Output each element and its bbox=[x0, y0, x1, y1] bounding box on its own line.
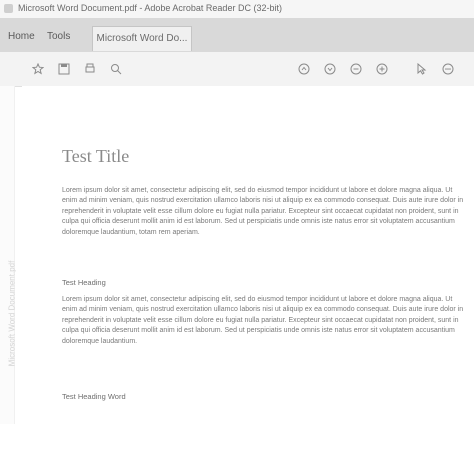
document-title: Test Title bbox=[62, 146, 130, 166]
document-page: Test Title Lorem ipsum dolor sit amet, c… bbox=[22, 86, 474, 424]
tab-tools[interactable]: Tools bbox=[47, 28, 70, 46]
paragraph: Lorem ipsum dolor sit amet, consectetur … bbox=[62, 296, 464, 345]
acrobat-app-icon bbox=[4, 4, 13, 13]
section-heading: Test Heading bbox=[62, 278, 106, 287]
title-bar: Microsoft Word Document.pdf - Adobe Acro… bbox=[0, 0, 474, 19]
toolbar bbox=[0, 52, 474, 87]
more-icon[interactable] bbox=[440, 61, 456, 77]
next-page-icon[interactable] bbox=[322, 61, 338, 77]
vertical-document-label: Microsoft Word Document.pdf bbox=[7, 260, 17, 367]
tab-document[interactable]: Microsoft Word Do... bbox=[92, 26, 192, 51]
tab-bar: Home Tools Microsoft Word Do... bbox=[0, 18, 474, 53]
paragraph: Lorem ipsum dolor sit amet, consectetur … bbox=[62, 187, 464, 236]
select-icon[interactable] bbox=[414, 61, 430, 77]
star-icon[interactable] bbox=[30, 61, 46, 77]
zoom-out-icon[interactable] bbox=[348, 61, 364, 77]
section-heading: Test Heading Word bbox=[62, 392, 126, 401]
prev-page-icon[interactable] bbox=[296, 61, 312, 77]
left-panel[interactable]: Microsoft Word Document.pdf bbox=[0, 86, 17, 424]
print-icon[interactable] bbox=[82, 61, 98, 77]
zoom-in-icon[interactable] bbox=[374, 61, 390, 77]
tab-home[interactable]: Home bbox=[8, 28, 35, 46]
search-icon[interactable] bbox=[108, 61, 124, 77]
save-icon[interactable] bbox=[56, 61, 72, 77]
window-title: Microsoft Word Document.pdf - Adobe Acro… bbox=[18, 3, 282, 13]
